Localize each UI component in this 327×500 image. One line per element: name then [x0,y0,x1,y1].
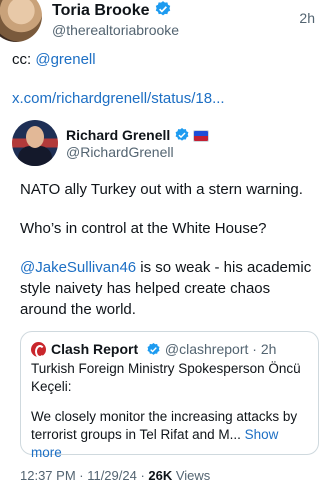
meta-time[interactable]: 12:37 PM · 11/29/24 · [20,468,148,483]
embedded-line-1: NATO ally Turkey out with a stern warnin… [20,181,303,198]
post-url-link[interactable]: x.com/richardgrenell/status/18... [12,89,225,109]
quoted-text-2: We closely monitor the increasing attack… [31,408,311,462]
mention-link[interactable]: @JakeSullivan46 [20,259,136,276]
quoted-author-name[interactable]: Clash Report [51,341,138,357]
quoted-author-handle-time: @clashreport · 2h [164,341,277,357]
clash-report-logo-icon [31,342,46,358]
avatar-suit [18,146,52,166]
embedded-avatar[interactable] [12,120,58,166]
embedded-author-name[interactable]: Richard Grenell [66,127,170,143]
author-name[interactable]: Toria Brooke [52,2,150,19]
affiliation-flag-icon [193,130,210,142]
post-timestamp[interactable]: 2h [299,10,315,26]
cc-prefix: cc: [12,51,36,68]
post-text: cc: @grenell [12,50,96,70]
author-name-row[interactable]: Toria Brooke [52,0,172,21]
quoted-text-1: Turkish Foreign Ministry Spokesperson Ön… [31,361,301,394]
embedded-author-handle[interactable]: @RichardGrenell [66,143,174,161]
views-label: Views [172,468,211,483]
quoted-author-row[interactable]: Clash Report @clashreport · 2h [51,341,276,357]
verified-badge-icon [155,1,170,16]
avatar[interactable] [0,0,42,42]
embedded-name-row[interactable]: Richard Grenell [66,126,210,144]
mention-link[interactable]: @grenell [35,51,95,68]
views-count: 26K [148,468,173,483]
embedded-line-2: Who’s in control at the White House? [20,220,267,237]
quoted-post-card[interactable]: Clash Report @clashreport · 2h Turkish F… [20,331,319,460]
author-handle[interactable]: @therealtoriabrooke [52,21,179,39]
verified-badge-icon [175,128,189,141]
embedded-line-3: @JakeSullivan46 is so weak - his academi… [20,257,320,320]
post-meta: 12:37 PM · 11/29/24 · 26K Views [20,468,210,483]
avatar-face [26,126,44,148]
verified-badge-icon [147,342,160,355]
post-header: Toria Brooke @therealtoriabrooke 2h [0,0,327,44]
